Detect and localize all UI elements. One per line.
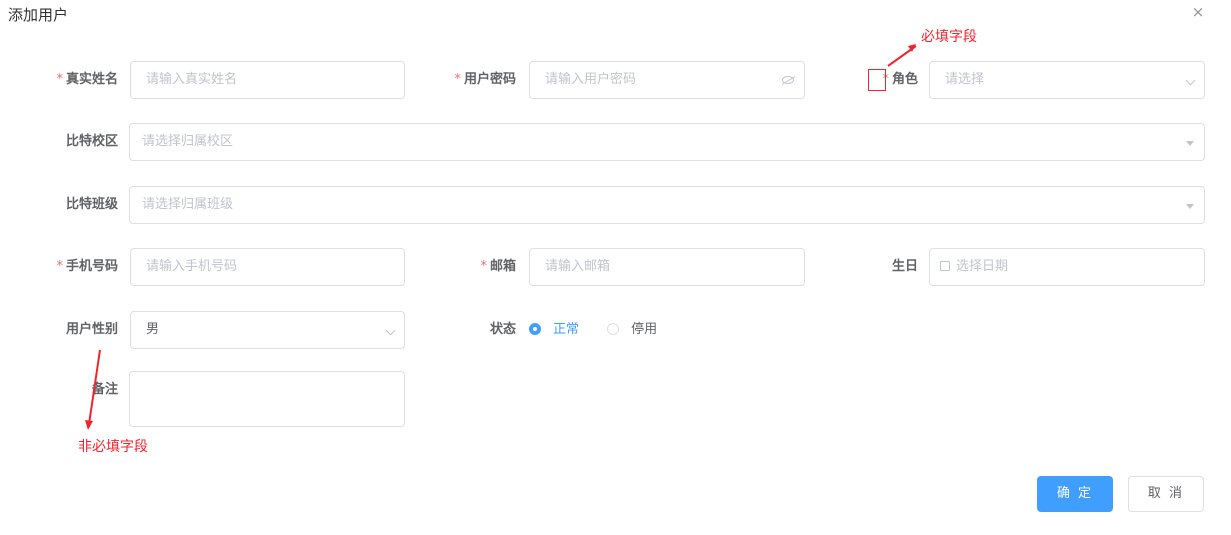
email-label: * 邮箱 — [428, 248, 516, 286]
chevron-down-icon — [385, 312, 396, 348]
birthday-picker[interactable]: 选择日期 — [929, 248, 1205, 286]
gender-value: 男 — [146, 322, 160, 337]
status-radio-group: 正常 停用 — [529, 311, 681, 349]
email-placeholder: 请输入邮箱 — [545, 259, 611, 274]
caret-down-icon — [1186, 124, 1194, 160]
password-label: * 用户密码 — [428, 61, 516, 99]
campus-placeholder: 请选择归属校区 — [142, 134, 234, 149]
optional-field-annotation: 非必填字段 — [78, 439, 148, 455]
campus-select[interactable]: 请选择归属校区 — [129, 123, 1205, 161]
phone-input[interactable]: 请输入手机号码 — [130, 248, 405, 286]
radio-checked-icon — [529, 323, 541, 335]
class-label: 比特班级 — [65, 197, 118, 212]
password-placeholder: 请输入用户密码 — [545, 72, 637, 87]
gender-label: 用户性别 — [65, 322, 118, 337]
role-select[interactable]: 请选择 — [929, 61, 1205, 99]
email-label-text: 邮箱 — [489, 259, 516, 274]
class-select[interactable]: 请选择归属班级 — [129, 186, 1205, 224]
email-input[interactable]: 请输入邮箱 — [529, 248, 805, 286]
required-star: * — [56, 259, 63, 274]
real-name-input[interactable]: 请输入真实姓名 — [130, 61, 405, 99]
phone-label-text: 手机号码 — [65, 259, 118, 274]
confirm-button[interactable]: 确 定 — [1037, 476, 1113, 512]
role-placeholder: 请选择 — [945, 72, 985, 87]
campus-label: 比特校区 — [65, 134, 118, 149]
status-option-disabled: 停用 — [631, 322, 658, 337]
required-field-annotation: 必填字段 — [921, 29, 977, 45]
cancel-button[interactable]: 取 消 — [1128, 476, 1204, 512]
required-star-highlight — [868, 69, 886, 91]
real-name-label-text: 真实姓名 — [65, 72, 118, 87]
phone-label: * 手机号码 — [30, 248, 118, 286]
class-placeholder: 请选择归属班级 — [142, 197, 234, 212]
password-label-text: 用户密码 — [463, 72, 516, 87]
remark-textarea[interactable] — [129, 371, 405, 427]
close-icon[interactable]: × — [1188, 2, 1208, 22]
required-star: * — [56, 72, 63, 87]
radio-unchecked-icon — [607, 323, 620, 335]
caret-down-icon — [1186, 187, 1194, 223]
birthday-label: 生日 — [891, 259, 918, 274]
eye-off-icon[interactable] — [782, 62, 794, 98]
required-star: * — [454, 72, 461, 87]
annotation-arrow-icon — [887, 44, 917, 67]
status-radio-disabled[interactable]: 停用 — [607, 311, 657, 349]
status-radio-active[interactable]: 正常 — [529, 311, 579, 349]
phone-placeholder: 请输入手机号码 — [146, 259, 238, 274]
real-name-label: * 真实姓名 — [30, 61, 118, 99]
chevron-down-icon — [1185, 62, 1196, 98]
annotation-arrow-icon — [85, 349, 101, 430]
required-star: * — [480, 259, 487, 274]
password-input[interactable]: 请输入用户密码 — [529, 61, 805, 99]
status-option-active: 正常 — [553, 322, 580, 337]
role-label-text: 角色 — [891, 72, 918, 87]
dialog-title: 添加用户 — [8, 6, 69, 24]
gender-select[interactable]: 男 — [130, 311, 405, 349]
status-label: 状态 — [489, 322, 516, 337]
calendar-icon — [940, 261, 950, 271]
birthday-placeholder: 选择日期 — [956, 259, 1009, 274]
real-name-placeholder: 请输入真实姓名 — [146, 72, 238, 87]
